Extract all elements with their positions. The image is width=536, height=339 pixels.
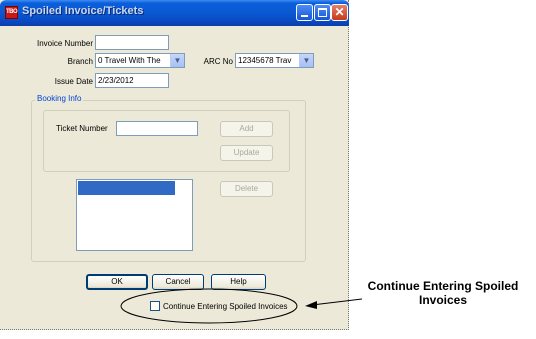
continue-checkbox[interactable] — [150, 301, 160, 311]
close-icon: ✕ — [334, 5, 345, 19]
spoiled-invoice-window: TBO Spoiled Invoice/Tickets ✕ Invoice Nu… — [0, 0, 349, 330]
branch-label: Branch — [67, 57, 93, 66]
chevron-down-icon[interactable]: ▼ — [299, 54, 313, 67]
arc-no-value: 12345678 Trav — [238, 56, 292, 65]
ticket-number-input[interactable] — [116, 121, 198, 136]
minimize-icon — [301, 15, 308, 17]
booking-info-label: Booking Info — [35, 94, 84, 103]
arc-no-label: ARC No — [203, 57, 233, 66]
app-icon: TBO — [5, 6, 18, 19]
delete-button[interactable]: Delete — [220, 181, 273, 197]
ticket-entry-panel — [43, 110, 290, 172]
invoice-number-label: Invoice Number — [36, 39, 93, 48]
branch-value: 0 Travel With The — [98, 56, 161, 65]
close-button[interactable]: ✕ — [331, 4, 348, 21]
help-button[interactable]: Help — [211, 274, 266, 290]
window-title: Spoiled Invoice/Tickets — [22, 5, 144, 17]
title-bar[interactable]: TBO Spoiled Invoice/Tickets ✕ — [0, 0, 349, 26]
maximize-button[interactable] — [314, 4, 331, 21]
ok-button[interactable]: OK — [86, 274, 148, 290]
continue-checkbox-label[interactable]: Continue Entering Spoiled Invoices — [163, 302, 288, 311]
add-button[interactable]: Add — [220, 121, 273, 137]
invoice-number-input[interactable] — [95, 35, 169, 50]
branch-select[interactable]: 0 Travel With The ▼ — [95, 53, 185, 68]
arc-no-select[interactable]: 12345678 Trav ▼ — [235, 53, 314, 68]
callout-text: Continue Entering Spoiled Invoices — [357, 279, 529, 307]
cancel-button[interactable]: Cancel — [152, 274, 204, 290]
chevron-down-icon[interactable]: ▼ — [170, 54, 184, 67]
ticket-number-label: Ticket Number — [56, 124, 108, 133]
update-button[interactable]: Update — [220, 145, 273, 161]
callout-line-1: Continue Entering Spoiled — [367, 279, 519, 293]
ticket-list[interactable] — [76, 179, 193, 251]
maximize-icon — [318, 8, 327, 17]
minimize-button[interactable] — [296, 4, 313, 21]
issue-date-input[interactable]: 2/23/2012 — [95, 73, 169, 88]
issue-date-label: Issue Date — [54, 77, 93, 86]
callout-line-2: Invoices — [418, 293, 468, 307]
selected-list-item[interactable] — [78, 181, 175, 195]
